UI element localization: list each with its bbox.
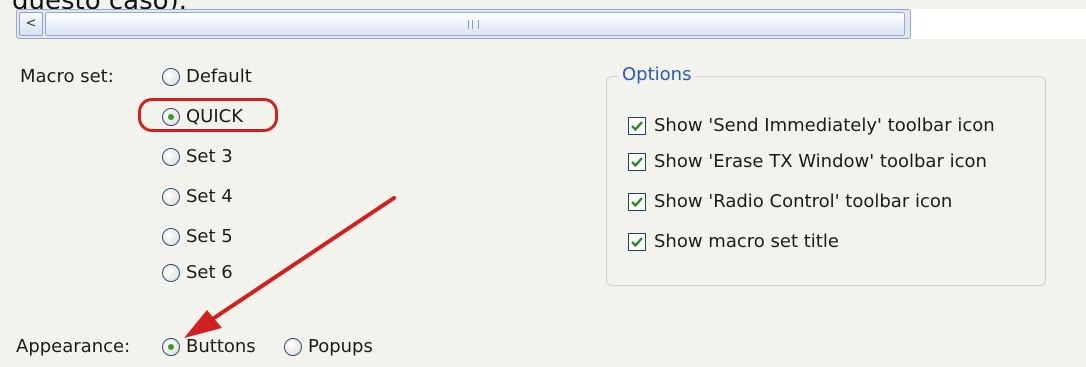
red-arrow-annotation: [184, 196, 396, 338]
